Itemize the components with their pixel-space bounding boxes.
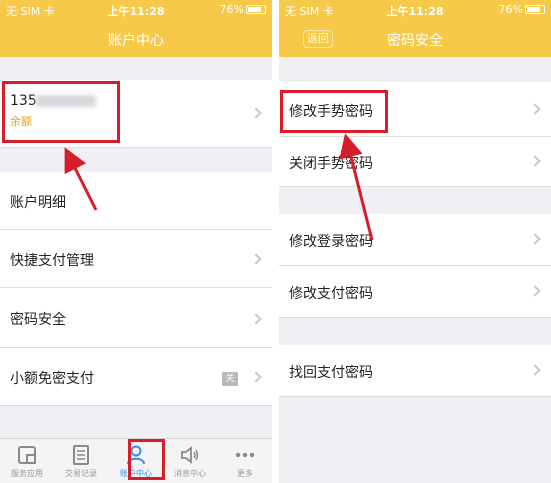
tab-label: 服务应用 xyxy=(11,469,43,478)
records-icon xyxy=(73,445,89,465)
row-change-pay-password[interactable]: 修改支付密码 xyxy=(279,266,551,318)
battery-percent: 76% xyxy=(219,3,244,16)
chevron-right-icon xyxy=(250,371,262,383)
page-title: 密码安全 xyxy=(387,33,443,49)
row-account-details[interactable]: 账户明细 xyxy=(0,172,272,230)
speaker-icon xyxy=(181,446,199,464)
chevron-right-icon xyxy=(529,285,541,297)
row-label: 账户明细 xyxy=(10,195,66,211)
tab-messages[interactable]: 消息中心 xyxy=(163,439,217,483)
tab-records[interactable]: 交易记录 xyxy=(54,439,108,483)
battery-icon xyxy=(525,5,545,14)
battery-indicator: 76% xyxy=(499,3,545,16)
row-password-security[interactable]: 密码安全 xyxy=(0,288,272,348)
row-close-gesture-password[interactable]: 关闭手势密码 xyxy=(279,137,551,187)
right-screen: 无 SIM 卡 上午11:28 76% 返回 密码安全 修改手势密码 关闭手势密… xyxy=(279,0,551,483)
chevron-right-icon xyxy=(529,233,541,245)
row-label: 密码安全 xyxy=(10,312,66,328)
nav-bar: 账户中心 xyxy=(0,19,272,57)
row-recover-pay-password[interactable]: 找回支付密码 xyxy=(279,345,551,397)
tab-label: 更多 xyxy=(237,469,253,478)
chevron-right-icon xyxy=(250,107,262,119)
highlight-box-account-tab xyxy=(128,439,165,480)
highlight-box-account xyxy=(2,81,120,143)
battery-icon xyxy=(246,5,266,14)
chevron-right-icon xyxy=(529,155,541,167)
row-label: 关闭手势密码 xyxy=(289,156,373,172)
highlight-box-gesture xyxy=(280,90,388,133)
chevron-right-icon xyxy=(250,253,262,265)
row-small-free-pay[interactable]: 小额免密支付 关 xyxy=(0,348,272,406)
row-label: 快捷支付管理 xyxy=(10,253,94,269)
row-label: 小额免密支付 xyxy=(10,371,94,387)
page-title: 账户中心 xyxy=(108,33,164,49)
left-screen: 无 SIM 卡 上午11:28 76% 账户中心 135 余额 账户明细 快捷支… xyxy=(0,0,272,483)
row-change-login-password[interactable]: 修改登录密码 xyxy=(279,214,551,266)
row-quick-pay[interactable]: 快捷支付管理 xyxy=(0,230,272,288)
tab-more[interactable]: 更多 xyxy=(218,439,272,483)
battery-indicator: 76% xyxy=(220,3,266,16)
apps-icon xyxy=(18,446,36,464)
row-label: 修改登录密码 xyxy=(289,234,373,250)
tab-apps[interactable]: 服务应用 xyxy=(0,439,54,483)
tab-label: 交易记录 xyxy=(65,469,97,478)
row-label: 找回支付密码 xyxy=(289,365,373,381)
chevron-right-icon xyxy=(529,364,541,376)
tab-label: 消息中心 xyxy=(174,469,206,478)
toggle-status-badge: 关 xyxy=(222,372,238,386)
nav-bar: 返回 密码安全 xyxy=(279,19,551,57)
status-bar: 无 SIM 卡 上午11:28 76% xyxy=(0,0,272,19)
more-icon xyxy=(235,452,255,458)
chevron-right-icon xyxy=(250,313,262,325)
status-bar: 无 SIM 卡 上午11:28 76% xyxy=(279,0,551,19)
battery-percent: 76% xyxy=(498,3,523,16)
screen-divider xyxy=(272,0,279,483)
row-label: 修改支付密码 xyxy=(289,286,373,302)
chevron-right-icon xyxy=(529,103,541,115)
